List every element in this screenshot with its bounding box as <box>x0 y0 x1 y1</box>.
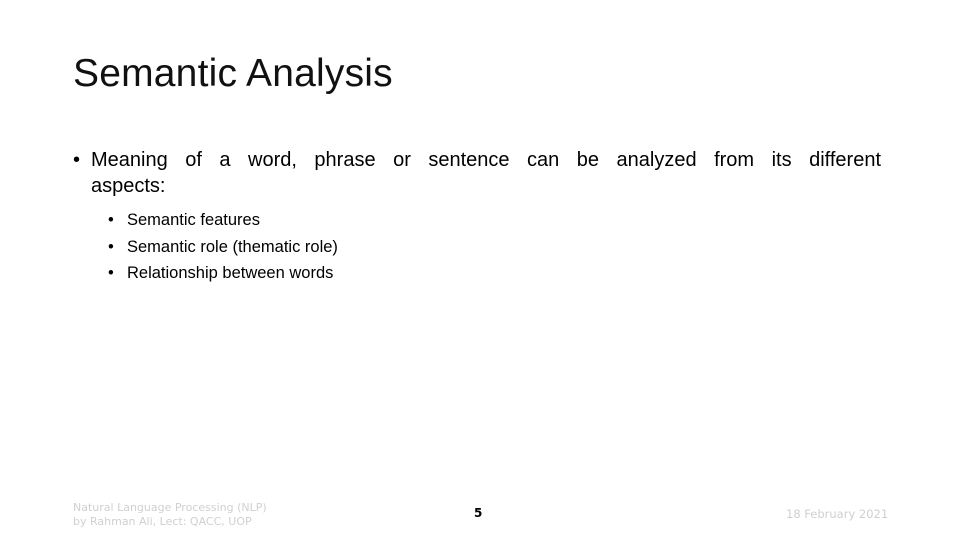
sub-bullet-list: • Semantic features • Semantic role (the… <box>73 207 881 287</box>
bullet-icon: • <box>108 211 114 229</box>
footer-course-name: Natural Language Processing (NLP) <box>73 501 267 514</box>
sub-bullet-text: Semantic features <box>127 211 260 229</box>
footer-author: by Rahman Ali, Lect: QACC, UOP <box>73 515 252 528</box>
bullet-icon: • <box>108 264 114 282</box>
bullet-text: Meaning of a word, phrase or sentence ca… <box>91 149 881 197</box>
bullet-icon: • <box>108 237 114 256</box>
footer-course-info: Natural Language Processing (NLP) by Rah… <box>73 501 267 529</box>
sub-bullet-item: • Semantic features <box>108 207 881 234</box>
footer-date: 18 February 2021 <box>786 507 889 521</box>
bullet-list: • Meaning of a word, phrase or sentence … <box>73 147 881 287</box>
slide-number: 5 <box>474 506 483 520</box>
sub-bullet-text: Semantic role (thematic role) <box>127 237 338 256</box>
sub-bullet-item: • Semantic role (thematic role) <box>108 234 881 261</box>
slide-title: Semantic Analysis <box>73 52 393 95</box>
sub-bullet-text: Relationship between words <box>127 264 334 282</box>
sub-bullet-item: • Relationship between words <box>108 260 881 287</box>
bullet-icon: • <box>73 149 81 171</box>
bullet-item: • Meaning of a word, phrase or sentence … <box>73 147 881 199</box>
